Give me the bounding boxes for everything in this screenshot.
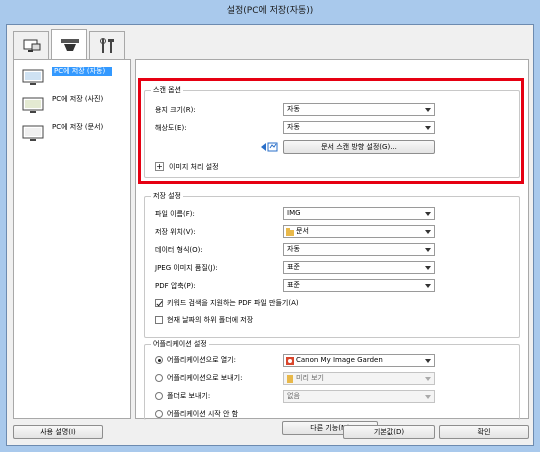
send-to-folder-select[interactable]: 없음 bbox=[283, 390, 435, 403]
open-with-app-radio[interactable] bbox=[155, 356, 163, 364]
select-value: 자동 bbox=[287, 123, 300, 131]
chevron-down-icon bbox=[425, 284, 431, 288]
select-value: 문서 bbox=[296, 227, 309, 235]
chevron-down-icon bbox=[425, 230, 431, 234]
settings-panel: 스캔 옵션 용지 크기(R): 자동 해상도(E): 자동 문서 스캔 방향 설… bbox=[135, 59, 529, 435]
send-to-app-select[interactable]: 미리 보기 bbox=[283, 372, 435, 385]
chevron-down-icon bbox=[425, 377, 431, 381]
pc-save-photo-icon bbox=[22, 97, 44, 113]
sidebar-item-label: PC에 저장 (자동) bbox=[52, 67, 112, 76]
resolution-label: 해상도(E): bbox=[155, 124, 187, 132]
open-with-app-label: 어플리케이션으로 열기: bbox=[167, 356, 236, 364]
resolution-select[interactable]: 자동 bbox=[283, 121, 435, 134]
data-format-select[interactable]: 자동 bbox=[283, 243, 435, 256]
chevron-down-icon bbox=[425, 395, 431, 399]
tab-scan-from-operation-panel[interactable] bbox=[51, 29, 87, 60]
data-format-label: 데이터 형식(O): bbox=[155, 246, 203, 254]
folder-icon bbox=[286, 228, 294, 236]
scan-to-pc-icon bbox=[23, 39, 41, 52]
sidebar-item-save-photo[interactable]: PC에 저장 (사진) bbox=[18, 92, 126, 118]
send-to-folder-label: 폴더로 보내기: bbox=[167, 392, 211, 400]
send-to-app-label: 어플리케이션으로 보내기: bbox=[167, 374, 243, 382]
subfolder-label: 현재 날짜의 하위 폴더에 저장 bbox=[167, 316, 254, 324]
ok-button[interactable]: 확인 bbox=[439, 425, 529, 439]
keyword-pdf-checkbox[interactable] bbox=[155, 299, 163, 307]
dialog-footer: 사용 설명(I) 기본값(D) 확인 bbox=[7, 423, 533, 445]
sidebar-item-label: PC에 저장 (문서) bbox=[52, 123, 104, 131]
tools-icon bbox=[100, 38, 114, 53]
chevron-down-icon bbox=[425, 359, 431, 363]
send-to-app-radio[interactable] bbox=[155, 374, 163, 382]
defaults-button[interactable]: 기본값(D) bbox=[343, 425, 435, 439]
preview-app-icon bbox=[287, 375, 293, 383]
sidebar-item-label: PC에 저장 (사진) bbox=[52, 95, 104, 103]
select-value: 미리 보기 bbox=[296, 374, 324, 382]
image-garden-icon bbox=[286, 357, 294, 365]
scan-options-group: 스캔 옵션 용지 크기(R): 자동 해상도(E): 자동 문서 스캔 방향 설… bbox=[144, 86, 520, 178]
file-name-combobox[interactable]: IMG bbox=[283, 207, 435, 220]
title-bar: 설정(PC에 저장(자동)) bbox=[0, 0, 540, 22]
settings-window: 설정(PC에 저장(자동)) PC에 저장 (자동) PC에 저장 (사진) P… bbox=[0, 0, 540, 452]
select-value: 자동 bbox=[287, 105, 300, 113]
document-orientation-button[interactable]: 문서 스캔 방향 설정(G)... bbox=[283, 140, 435, 154]
sidebar-item-save-auto[interactable]: PC에 저장 (자동) bbox=[18, 64, 126, 90]
scan-type-list: PC에 저장 (자동) PC에 저장 (사진) PC에 저장 (문서) bbox=[13, 59, 131, 419]
keyword-pdf-label: 키워드 검색을 지원하는 PDF 파일 만들기(A) bbox=[167, 299, 299, 307]
select-value: 표준 bbox=[287, 281, 300, 289]
select-value: Canon My Image Garden bbox=[296, 356, 383, 364]
image-processing-label: 이미지 처리 설정 bbox=[169, 163, 219, 171]
select-value: 표준 bbox=[287, 263, 300, 271]
save-in-select[interactable]: 문서 bbox=[283, 225, 435, 238]
sidebar-item-save-document[interactable]: PC에 저장 (문서) bbox=[18, 120, 126, 146]
jpeg-quality-label: JPEG 이미지 품질(J): bbox=[155, 264, 218, 272]
save-settings-group: 저장 설정 파일 이름(F): IMG 저장 위치(V): 문서 데이터 형식(… bbox=[144, 192, 520, 338]
pc-save-icon bbox=[22, 69, 44, 85]
open-with-app-select[interactable]: Canon My Image Garden bbox=[283, 354, 435, 367]
paper-size-label: 용지 크기(R): bbox=[155, 106, 196, 114]
chevron-down-icon bbox=[425, 108, 431, 112]
tab-general-settings[interactable] bbox=[89, 31, 125, 59]
file-name-label: 파일 이름(F): bbox=[155, 210, 195, 218]
dialog-client-area: PC에 저장 (자동) PC에 저장 (사진) PC에 저장 (문서) 스캔 옵… bbox=[6, 24, 534, 446]
group-title: 저장 설정 bbox=[151, 192, 183, 201]
application-settings-group: 어플리케이션 설정 어플리케이션으로 열기: Canon My Image Ga… bbox=[144, 340, 520, 420]
scanner-icon bbox=[61, 39, 79, 51]
expand-image-processing-button[interactable]: + bbox=[155, 162, 164, 171]
pdf-compression-select[interactable]: 표준 bbox=[283, 279, 435, 292]
do-not-start-app-label: 어플리케이션 시작 안 함 bbox=[167, 410, 239, 418]
document-orientation-icon bbox=[261, 142, 278, 152]
do-not-start-app-radio[interactable] bbox=[155, 410, 163, 418]
chevron-down-icon bbox=[425, 126, 431, 130]
select-value: IMG bbox=[287, 209, 301, 217]
pdf-compression-label: PDF 압축(P): bbox=[155, 282, 196, 290]
tab-scan-from-computer[interactable] bbox=[13, 31, 49, 59]
select-value: 없음 bbox=[287, 392, 300, 400]
window-title: 설정(PC에 저장(자동)) bbox=[226, 6, 314, 16]
select-value: 자동 bbox=[287, 245, 300, 253]
instructions-button[interactable]: 사용 설명(I) bbox=[13, 425, 103, 439]
group-title: 어플리케이션 설정 bbox=[151, 340, 209, 349]
subfolder-checkbox[interactable] bbox=[155, 316, 163, 324]
group-title: 스캔 옵션 bbox=[151, 86, 183, 95]
paper-size-select[interactable]: 자동 bbox=[283, 103, 435, 116]
jpeg-quality-select[interactable]: 표준 bbox=[283, 261, 435, 274]
chevron-down-icon bbox=[425, 266, 431, 270]
chevron-down-icon bbox=[425, 248, 431, 252]
save-in-label: 저장 위치(V): bbox=[155, 228, 196, 236]
send-to-folder-radio[interactable] bbox=[155, 392, 163, 400]
pc-save-document-icon bbox=[22, 125, 44, 141]
chevron-down-icon bbox=[425, 212, 431, 216]
